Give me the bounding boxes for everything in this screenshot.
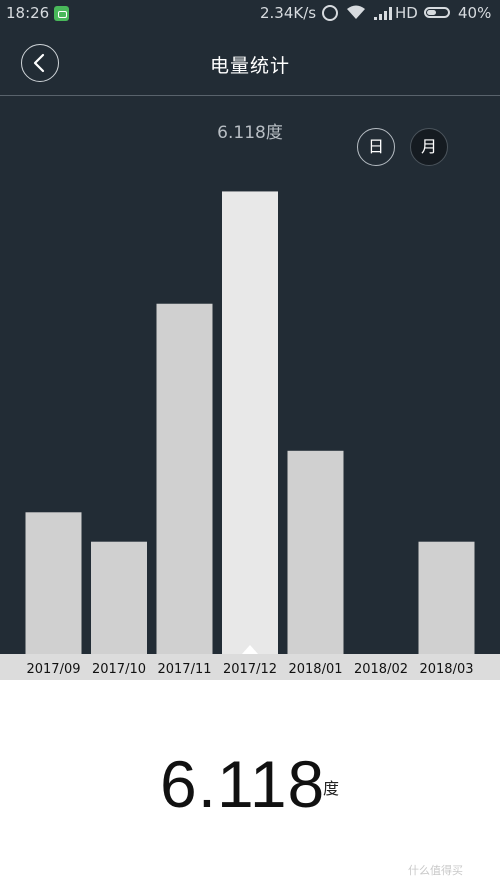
summary-unit: 度 (323, 779, 340, 798)
x-tick-label: 2018/01 (288, 662, 342, 677)
bar-2018-01[interactable] (287, 450, 344, 654)
bar-2017-11[interactable] (156, 303, 213, 654)
x-tick-label: 2017/11 (157, 662, 211, 677)
x-tick-label: 2017/10 (92, 662, 146, 677)
bar-2017-09[interactable] (25, 512, 82, 654)
x-tick-label: 2018/03 (419, 662, 473, 677)
x-tick-label: 2017/09 (26, 662, 80, 677)
watermark: 什么值得买 (408, 864, 463, 877)
bar-2017-12[interactable] (222, 191, 278, 654)
electricity-bar-chart: 2017/09 2017/10 2017/11 2017/12 2018/01 2018/… (25, 191, 475, 677)
bar-2017-10[interactable] (91, 541, 147, 654)
x-tick-label: 2017/12 (223, 662, 277, 677)
bar-2018-03[interactable] (418, 541, 475, 654)
x-tick-label: 2018/02 (354, 662, 408, 677)
summary-value: 6.118 (160, 747, 326, 821)
